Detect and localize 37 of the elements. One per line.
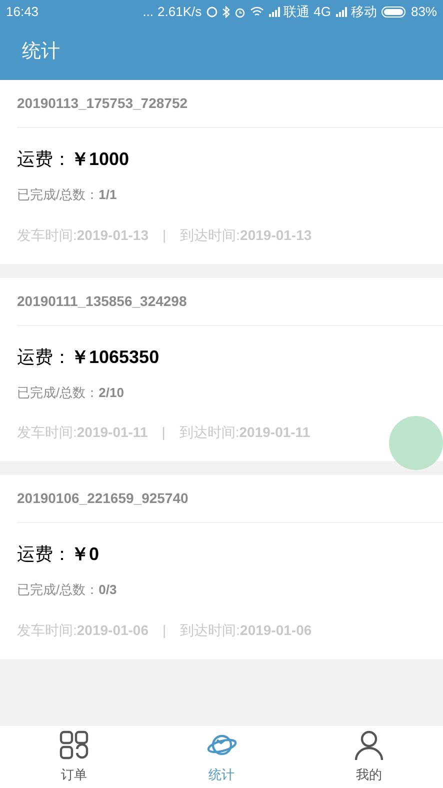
alarm-icon bbox=[234, 6, 246, 18]
order-id: 20190113_175753_728752 bbox=[17, 94, 188, 113]
fee-label: 运费： bbox=[17, 148, 71, 171]
fee-amount: ￥1000 bbox=[71, 148, 130, 171]
wifi-icon bbox=[250, 6, 264, 18]
grid-icon bbox=[58, 729, 90, 762]
fee-amount: ￥1065350 bbox=[71, 346, 160, 368]
progress-label: 已完成/总数： bbox=[17, 581, 99, 599]
progress-count: 2/10 bbox=[98, 384, 124, 402]
progress-count: 0/3 bbox=[98, 581, 117, 599]
person-icon bbox=[353, 729, 386, 762]
bluetooth-icon bbox=[222, 6, 230, 18]
order-id: 20190106_221659_925740 bbox=[17, 489, 188, 508]
status-time: 16:43 bbox=[6, 3, 39, 22]
progress-count: 1/1 bbox=[98, 186, 117, 204]
progress-label: 已完成/总数： bbox=[17, 186, 99, 204]
order-id: 20190111_135856_324298 bbox=[17, 292, 187, 310]
progress-label: 已完成/总数： bbox=[17, 384, 99, 402]
signal-icon bbox=[334, 7, 347, 17]
status-dots: ... bbox=[142, 3, 154, 22]
page-title: 统计 bbox=[22, 40, 60, 64]
fee-amount: ￥0 bbox=[71, 543, 100, 566]
sync-icon bbox=[206, 6, 218, 18]
fee-label: 运费： bbox=[17, 543, 71, 566]
nav-tab[interactable]: 订单 bbox=[0, 726, 148, 788]
carrier-name: 移动 bbox=[350, 3, 377, 22]
network-speed: 2.61K/s bbox=[158, 3, 202, 22]
fee-label: 运费： bbox=[17, 346, 71, 368]
separator: | bbox=[162, 423, 166, 442]
carrier-name: 联通 bbox=[284, 3, 310, 22]
nav-tab[interactable]: 我的 bbox=[295, 726, 443, 788]
network-type: 4G bbox=[314, 3, 331, 22]
separator: | bbox=[162, 620, 166, 640]
signal-icon bbox=[268, 7, 280, 17]
battery-icon bbox=[380, 6, 407, 18]
battery-percent: 83% bbox=[410, 3, 437, 22]
separator: | bbox=[162, 226, 166, 245]
